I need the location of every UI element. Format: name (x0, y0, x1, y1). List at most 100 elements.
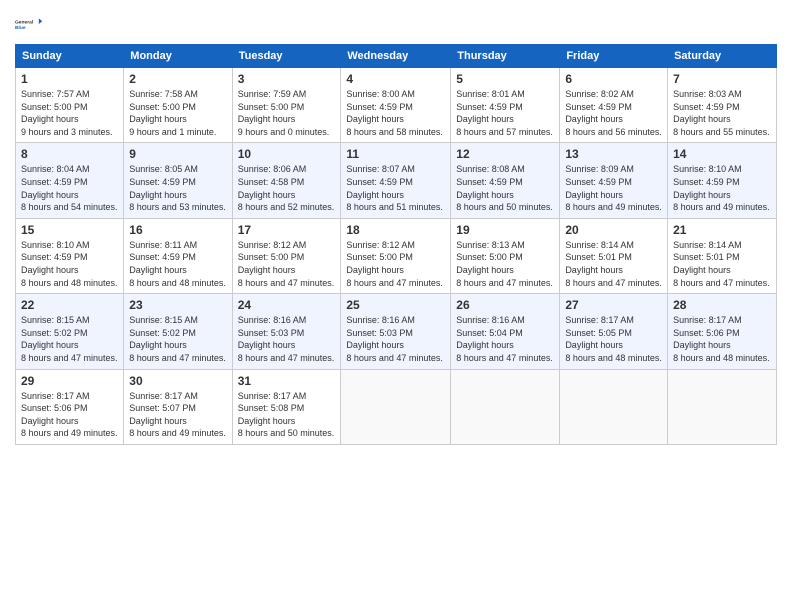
calendar-week-row: 22 Sunrise: 8:15 AMSunset: 5:02 PMDayligh… (16, 294, 777, 369)
day-info: Sunrise: 8:15 AMSunset: 5:02 PMDaylight … (21, 314, 118, 364)
day-number: 1 (21, 72, 118, 86)
day-info: Sunrise: 8:05 AMSunset: 4:59 PMDaylight … (129, 163, 226, 213)
calendar-week-row: 8Sunrise: 8:04 AMSunset: 4:59 PMDaylight… (16, 143, 777, 218)
day-number: 21 (673, 223, 771, 237)
day-number: 26 (456, 298, 554, 312)
calendar-cell (668, 369, 777, 444)
calendar-cell: 16 Sunrise: 8:11 AMSunset: 4:59 PMDayligh… (124, 218, 232, 293)
calendar-cell: 9 Sunrise: 8:05 AMSunset: 4:59 PMDaylight… (124, 143, 232, 218)
calendar-cell: 22 Sunrise: 8:15 AMSunset: 5:02 PMDayligh… (16, 294, 124, 369)
weekday-header-wednesday: Wednesday (341, 45, 451, 68)
logo: General Blue (15, 10, 43, 38)
day-number: 15 (21, 223, 118, 237)
calendar-cell: 23Sunrise: 8:15 AMSunset: 5:02 PMDayligh… (124, 294, 232, 369)
calendar-cell: 29Sunrise: 8:17 AMSunset: 5:06 PMDayligh… (16, 369, 124, 444)
calendar-cell (341, 369, 451, 444)
calendar-cell (451, 369, 560, 444)
calendar-cell: 24 Sunrise: 8:16 AMSunset: 5:03 PMDayligh… (232, 294, 341, 369)
day-info: Sunrise: 8:09 AMSunset: 4:59 PMDaylight … (565, 163, 662, 213)
calendar-cell: 30 Sunrise: 8:17 AMSunset: 5:07 PMDayligh… (124, 369, 232, 444)
day-number: 7 (673, 72, 771, 86)
day-info: Sunrise: 8:14 AMSunset: 5:01 PMDaylight … (673, 239, 771, 289)
day-number: 18 (346, 223, 445, 237)
day-info: Sunrise: 7:59 AMSunset: 5:00 PMDaylight … (238, 88, 336, 138)
weekday-header-thursday: Thursday (451, 45, 560, 68)
day-info: Sunrise: 8:11 AMSunset: 4:59 PMDaylight … (129, 239, 226, 289)
calendar-cell: 19 Sunrise: 8:13 AMSunset: 5:00 PMDayligh… (451, 218, 560, 293)
day-number: 4 (346, 72, 445, 86)
logo-icon: General Blue (15, 10, 43, 38)
day-info: Sunrise: 8:17 AMSunset: 5:05 PMDaylight … (565, 314, 662, 364)
calendar-cell: 26 Sunrise: 8:16 AMSunset: 5:04 PMDayligh… (451, 294, 560, 369)
day-info: Sunrise: 8:02 AMSunset: 4:59 PMDaylight … (565, 88, 662, 138)
day-info: Sunrise: 8:06 AMSunset: 4:58 PMDaylight … (238, 163, 336, 213)
day-info: Sunrise: 8:17 AMSunset: 5:06 PMDaylight … (21, 390, 118, 440)
day-number: 24 (238, 298, 336, 312)
day-info: Sunrise: 8:10 AMSunset: 4:59 PMDaylight … (21, 239, 118, 289)
calendar-cell: 7Sunrise: 8:03 AMSunset: 4:59 PMDaylight… (668, 68, 777, 143)
header: General Blue (15, 10, 777, 38)
calendar-cell: 10 Sunrise: 8:06 AMSunset: 4:58 PMDayligh… (232, 143, 341, 218)
day-number: 17 (238, 223, 336, 237)
calendar-cell: 5 Sunrise: 8:01 AMSunset: 4:59 PMDaylight… (451, 68, 560, 143)
day-number: 30 (129, 374, 226, 388)
day-info: Sunrise: 8:12 AMSunset: 5:00 PMDaylight … (346, 239, 445, 289)
day-number: 2 (129, 72, 226, 86)
weekday-header-sunday: Sunday (16, 45, 124, 68)
day-number: 27 (565, 298, 662, 312)
weekday-header-tuesday: Tuesday (232, 45, 341, 68)
day-number: 11 (346, 147, 445, 161)
day-number: 19 (456, 223, 554, 237)
day-info: Sunrise: 8:10 AMSunset: 4:59 PMDaylight … (673, 163, 771, 213)
calendar-cell: 20 Sunrise: 8:14 AMSunset: 5:01 PMDayligh… (560, 218, 668, 293)
day-info: Sunrise: 8:17 AMSunset: 5:08 PMDaylight … (238, 390, 336, 440)
day-info: Sunrise: 8:14 AMSunset: 5:01 PMDaylight … (565, 239, 662, 289)
day-info: Sunrise: 8:01 AMSunset: 4:59 PMDaylight … (456, 88, 554, 138)
day-number: 23 (129, 298, 226, 312)
day-info: Sunrise: 8:17 AMSunset: 5:06 PMDaylight … (673, 314, 771, 364)
day-info: Sunrise: 8:16 AMSunset: 5:03 PMDaylight … (238, 314, 336, 364)
calendar-cell: 8Sunrise: 8:04 AMSunset: 4:59 PMDaylight… (16, 143, 124, 218)
calendar-cell: 14 Sunrise: 8:10 AMSunset: 4:59 PMDayligh… (668, 143, 777, 218)
day-info: Sunrise: 8:16 AMSunset: 5:04 PMDaylight … (456, 314, 554, 364)
weekday-header-friday: Friday (560, 45, 668, 68)
calendar-week-row: 1 Sunrise: 7:57 AMSunset: 5:00 PMDaylight… (16, 68, 777, 143)
day-number: 12 (456, 147, 554, 161)
day-info: Sunrise: 7:57 AMSunset: 5:00 PMDaylight … (21, 88, 118, 138)
day-info: Sunrise: 8:13 AMSunset: 5:00 PMDaylight … (456, 239, 554, 289)
day-info: Sunrise: 8:16 AMSunset: 5:03 PMDaylight … (346, 314, 445, 364)
calendar-cell: 25 Sunrise: 8:16 AMSunset: 5:03 PMDayligh… (341, 294, 451, 369)
weekday-header-saturday: Saturday (668, 45, 777, 68)
day-number: 20 (565, 223, 662, 237)
day-number: 25 (346, 298, 445, 312)
calendar-cell: 12 Sunrise: 8:08 AMSunset: 4:59 PMDayligh… (451, 143, 560, 218)
calendar-cell: 3 Sunrise: 7:59 AMSunset: 5:00 PMDaylight… (232, 68, 341, 143)
calendar-cell: 15 Sunrise: 8:10 AMSunset: 4:59 PMDayligh… (16, 218, 124, 293)
svg-text:General: General (15, 19, 34, 25)
calendar-cell: 13Sunrise: 8:09 AMSunset: 4:59 PMDayligh… (560, 143, 668, 218)
day-number: 16 (129, 223, 226, 237)
calendar-cell: 11Sunrise: 8:07 AMSunset: 4:59 PMDayligh… (341, 143, 451, 218)
calendar-cell (560, 369, 668, 444)
calendar-cell: 28 Sunrise: 8:17 AMSunset: 5:06 PMDayligh… (668, 294, 777, 369)
day-number: 3 (238, 72, 336, 86)
day-number: 9 (129, 147, 226, 161)
day-info: Sunrise: 8:00 AMSunset: 4:59 PMDaylight … (346, 88, 445, 138)
calendar-cell: 4 Sunrise: 8:00 AMSunset: 4:59 PMDaylight… (341, 68, 451, 143)
day-info: Sunrise: 8:17 AMSunset: 5:07 PMDaylight … (129, 390, 226, 440)
day-number: 28 (673, 298, 771, 312)
day-info: Sunrise: 8:04 AMSunset: 4:59 PMDaylight … (21, 163, 118, 213)
day-number: 14 (673, 147, 771, 161)
day-info: Sunrise: 8:08 AMSunset: 4:59 PMDaylight … (456, 163, 554, 213)
day-info: Sunrise: 8:12 AMSunset: 5:00 PMDaylight … (238, 239, 336, 289)
day-number: 22 (21, 298, 118, 312)
calendar-cell: 21 Sunrise: 8:14 AMSunset: 5:01 PMDayligh… (668, 218, 777, 293)
calendar-cell: 27 Sunrise: 8:17 AMSunset: 5:05 PMDayligh… (560, 294, 668, 369)
weekday-header-monday: Monday (124, 45, 232, 68)
weekday-header-row: SundayMondayTuesdayWednesdayThursdayFrid… (16, 45, 777, 68)
calendar-cell: 1 Sunrise: 7:57 AMSunset: 5:00 PMDaylight… (16, 68, 124, 143)
day-number: 6 (565, 72, 662, 86)
day-number: 5 (456, 72, 554, 86)
calendar-cell: 6 Sunrise: 8:02 AMSunset: 4:59 PMDaylight… (560, 68, 668, 143)
day-number: 10 (238, 147, 336, 161)
